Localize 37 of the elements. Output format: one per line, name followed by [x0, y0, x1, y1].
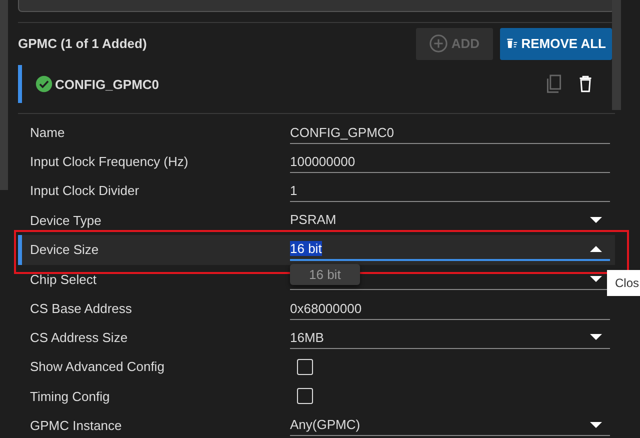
tooltip: Clos	[607, 270, 640, 296]
text-field[interactable]: 100000000	[290, 150, 610, 173]
text-field[interactable]: 0x68000000	[290, 298, 610, 320]
field-label: Timing Config	[30, 388, 111, 404]
caret-icon	[590, 420, 602, 429]
field-label: Device Size	[30, 242, 100, 258]
checkbox[interactable]	[297, 388, 313, 404]
caret-icon	[590, 333, 602, 342]
field-label: Name	[30, 125, 66, 140]
dropdown-field[interactable]: 16MB	[290, 326, 610, 349]
field-label: Device Type	[30, 212, 102, 228]
dropdown-option[interactable]: 16 bit	[290, 264, 360, 285]
checkbox[interactable]	[297, 358, 313, 375]
dropdown-field[interactable]: PSRAM	[290, 209, 610, 232]
trash-icon[interactable]	[578, 75, 593, 93]
caret-icon	[590, 244, 602, 253]
field-label: Chip Select	[30, 272, 98, 287]
field-label: Input Clock Frequency (Hz)	[30, 154, 190, 170]
scrollbar[interactable]	[0, 0, 8, 190]
text-field[interactable]: CONFIG_GPMC0	[290, 122, 610, 144]
field-label: Show Advanced Config	[30, 359, 166, 374]
scrollbar[interactable]	[612, 0, 621, 110]
section-title: GPMC (1 of 1 Added)	[18, 36, 147, 51]
field-label: CS Base Address	[30, 301, 133, 316]
caret-icon	[590, 274, 602, 283]
field-label: CS Address Size	[30, 330, 129, 346]
dropdown-field[interactable]: 16 bit	[290, 238, 610, 262]
copy-icon[interactable]	[545, 74, 563, 94]
remove-all-button[interactable]: REMOVE ALL	[500, 28, 612, 60]
field-label: GPMC Instance	[30, 418, 123, 433]
dropdown-field[interactable]: Any(GPMC)	[290, 414, 610, 436]
plus-circle-icon	[429, 34, 448, 53]
instance-name[interactable]: CONFIG_GPMC0	[55, 76, 160, 92]
caret-icon	[590, 216, 602, 224]
text-field[interactable]: 1	[290, 180, 610, 202]
input-field[interactable]	[18, 0, 615, 12]
field-label: Input Clock Divider	[30, 183, 140, 198]
